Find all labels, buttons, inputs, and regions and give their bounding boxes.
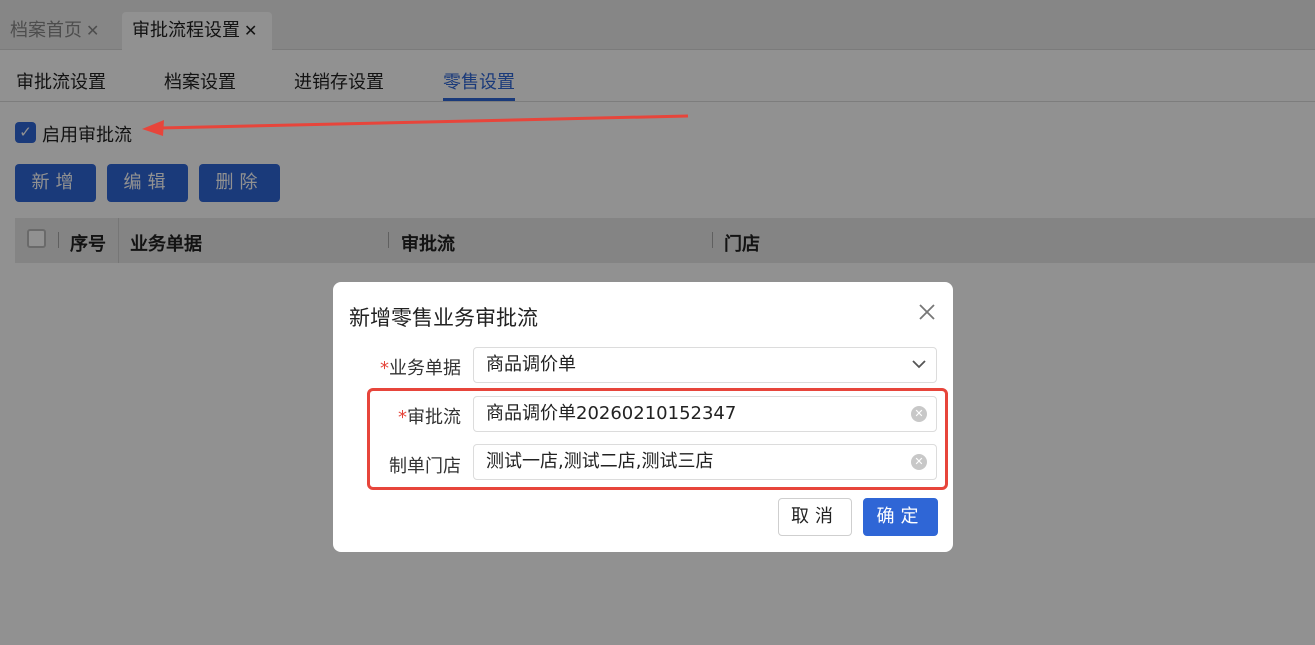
annotation-arrow (142, 114, 689, 136)
